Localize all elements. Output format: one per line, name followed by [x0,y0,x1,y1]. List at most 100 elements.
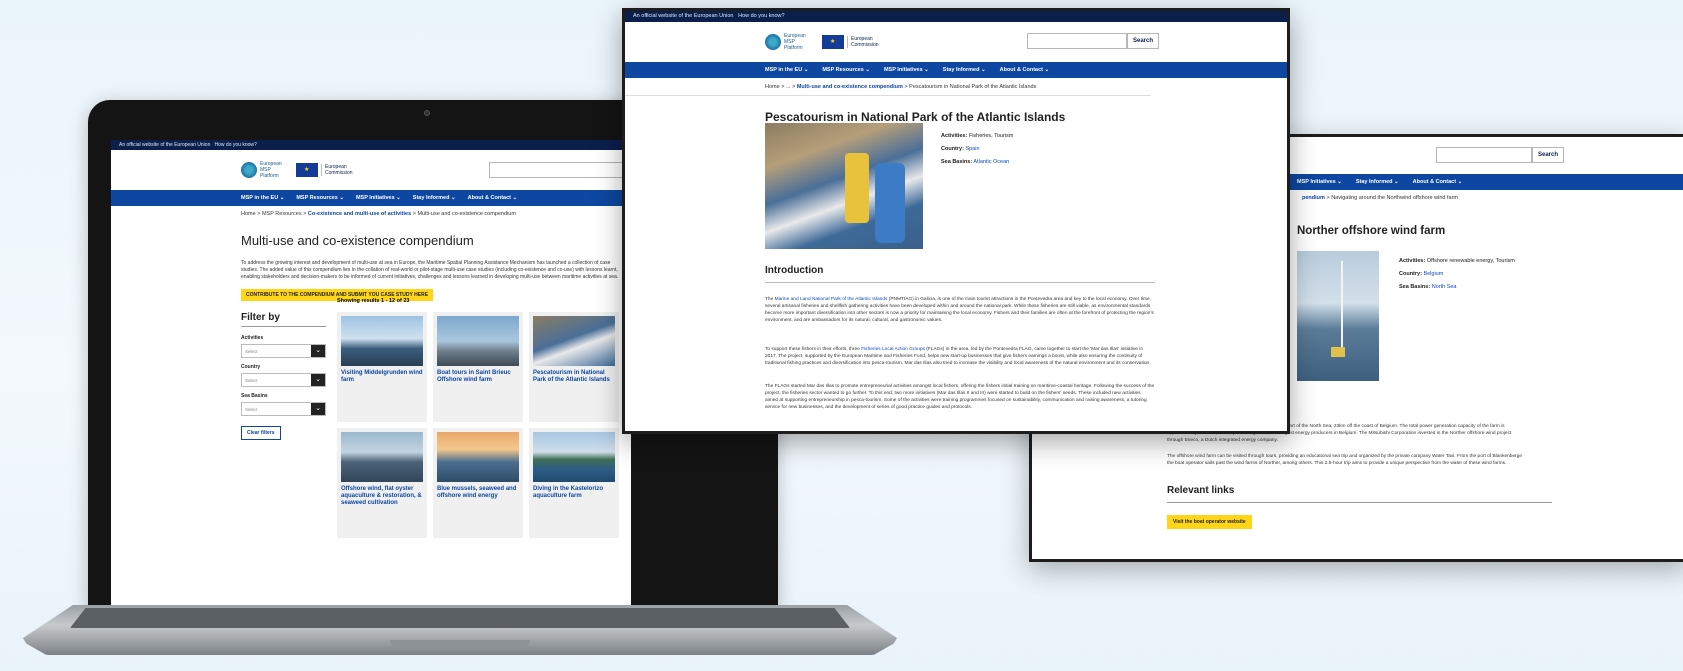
search-button[interactable]: Search [1532,147,1565,163]
country-link[interactable]: Belgium [1423,271,1443,277]
breadcrumb-current: Multi-use and co-existence compendium [417,211,516,217]
page-title: Pescatourism in National Park of the Atl… [765,110,1066,124]
breadcrumb-separator: > [1326,195,1330,201]
laptop-notch [390,640,530,648]
breadcrumb-home[interactable]: Home [241,211,256,217]
pescatourism-page-window: An official website of the European Unio… [622,8,1290,434]
search-area: Search [1436,147,1565,163]
search-input[interactable] [489,162,631,178]
site-header: European MSP Platform European Commissio… [111,150,631,190]
card-image [437,432,519,482]
sea-basins-select[interactable]: Select ⌄ [241,402,326,416]
card-image [533,316,615,366]
nav-item-stay-informed[interactable]: Stay Informed ⌄ [413,195,456,201]
chevron-down-icon[interactable]: ⌄ [311,345,325,357]
nav-item-msp-in-eu[interactable]: MSP in the EU ⌄ [765,67,808,73]
case-study-card[interactable]: Visiting Middelgrunden wind farm [337,312,427,422]
card-title[interactable]: Blue mussels, seaweed and offshore wind … [437,486,519,500]
activities-value: Fisheries, Tourism [968,133,1014,139]
sea-basin-link[interactable]: Atlantic Ocean [973,159,1009,165]
search-area: Search [1027,33,1160,49]
filter-sea-basins-label: Sea Basins [241,393,268,399]
national-park-link[interactable]: Marine and Land National Park of the Atl… [775,297,888,302]
card-image [437,316,519,366]
eu-official-strip: An official website of the European Unio… [111,140,631,150]
nav-item-msp-in-eu[interactable]: MSP in the EU ⌄ [241,195,284,201]
main-nav: MSP in the EU ⌄ MSP Resources ⌄ MSP Init… [111,190,631,206]
introduction-heading: Introduction [765,265,1155,283]
case-study-card[interactable]: Diving in the Kastelorizo aquaculture fa… [529,428,619,538]
eu-strip-text: An official website of the European Unio… [633,13,734,19]
search-input[interactable] [1436,147,1532,163]
nav-item-about-contact[interactable]: About & Contact ⌄ [1413,179,1463,185]
nav-item-msp-initiatives[interactable]: MSP Initiatives ⌄ [356,195,401,201]
breadcrumb-separator: > [904,84,908,90]
breadcrumb-msp-resources[interactable]: MSP Resources [262,211,302,217]
case-meta: Activities: Offshore renewable energy, T… [1399,255,1515,294]
breadcrumb-home[interactable]: Home [765,84,780,90]
eu-strip-text: An official website of the European Unio… [119,142,211,148]
nav-item-stay-informed[interactable]: Stay Informed ⌄ [943,67,986,73]
msp-logo-text: European MSP Platform [260,161,282,179]
nav-item-msp-initiatives[interactable]: MSP Initiatives ⌄ [1297,179,1342,185]
nav-item-about-contact[interactable]: About & Contact ⌄ [468,195,518,201]
card-title[interactable]: Pescatourism in National Park of the Atl… [533,370,615,384]
country-select[interactable]: Select ⌄ [241,373,326,387]
breadcrumb-compendium[interactable]: Multi-use and co-existence compendium [797,84,903,90]
search-button[interactable]: Search [1127,33,1160,49]
country-link[interactable]: Spain [965,146,979,152]
results-count: Showing results 1 - 12 of 23 [337,298,410,304]
country-label: Country: [1399,271,1422,277]
clear-filters-button[interactable]: Clear filters [241,426,281,440]
card-title[interactable]: Offshore wind, flat oyster aquaculture &… [341,486,423,507]
nav-item-msp-initiatives[interactable]: MSP Initiatives ⌄ [884,67,929,73]
breadcrumb-separator: > [781,84,785,90]
body-paragraph: To support these fishers in their effort… [765,346,1155,367]
breadcrumb: Home > ... > Multi-use and co-existence … [625,78,1151,96]
relevant-links-heading: Relevant links [1167,485,1552,503]
select-placeholder: Select [245,378,258,383]
flag-link[interactable]: Fisheries Local Action Groups [861,347,925,352]
breadcrumb-ellipsis[interactable]: ... [786,84,791,90]
paragraph-text: To support these fishers in their effort… [765,347,860,352]
activities-select[interactable]: Select ⌄ [241,344,326,358]
main-nav: MSP in the EU ⌄ MSP Resources ⌄ MSP Init… [625,62,1287,78]
case-meta: Activities: Fisheries, Tourism Country: … [941,130,1013,169]
nav-item-stay-informed[interactable]: Stay Informed ⌄ [1356,179,1399,185]
case-study-grid: Visiting Middelgrunden wind farm Boat to… [337,312,627,538]
breadcrumb-current: Pescatourism in National Park of the Atl… [909,84,1037,90]
eu-flag-icon [822,35,844,49]
card-title[interactable]: Diving in the Kastelorizo aquaculture fa… [533,486,615,500]
filter-panel: Filter by Activities Select ⌄ Country Se… [241,312,326,440]
nav-item-about-contact[interactable]: About & Contact ⌄ [1000,67,1050,73]
ec-logo-text: European Commission [321,164,355,176]
msp-logo-icon[interactable] [765,34,781,50]
case-study-card[interactable]: Boat tours in Saint Brieuc Offshore wind… [433,312,523,422]
breadcrumb: pendium > Navigating around the Northwin… [1302,195,1458,201]
visit-operator-button[interactable]: Visit the boat operator website [1167,515,1252,529]
how-do-you-know-link[interactable]: How do you know? [738,13,784,19]
card-title[interactable]: Visiting Middelgrunden wind farm [341,370,423,384]
card-title[interactable]: Boat tours in Saint Brieuc Offshore wind… [437,370,519,384]
breadcrumb-compendium[interactable]: pendium [1302,195,1325,201]
breadcrumb-coexistence[interactable]: Co-existence and multi-use of activities [308,211,411,217]
how-do-you-know-link[interactable]: How do you know? [215,142,257,148]
chevron-down-icon[interactable]: ⌄ [311,403,325,415]
msp-logo-icon[interactable] [241,162,257,178]
case-study-card[interactable]: Pescatourism in National Park of the Atl… [529,312,619,422]
laptop-keyboard [70,608,850,628]
sea-basins-label: Sea Basins: [941,159,973,165]
breadcrumb-separator: > [412,211,416,217]
card-image [341,316,423,366]
case-study-card[interactable]: Blue mussels, seaweed and offshore wind … [433,428,523,538]
case-study-card[interactable]: Offshore wind, flat oyster aquaculture &… [337,428,427,538]
msp-logo-text: European MSP Platform [784,33,806,51]
body-paragraph: The Marine and Land National Park of the… [765,297,1154,323]
nav-item-msp-resources[interactable]: MSP Resources ⌄ [822,67,870,73]
filter-activities-label: Activities [241,335,264,341]
sea-basin-link[interactable]: North Sea [1432,284,1457,290]
search-input[interactable] [1027,33,1127,49]
activities-label: Activities: [1399,258,1426,264]
chevron-down-icon[interactable]: ⌄ [311,374,325,386]
nav-item-msp-resources[interactable]: MSP Resources ⌄ [296,195,344,201]
